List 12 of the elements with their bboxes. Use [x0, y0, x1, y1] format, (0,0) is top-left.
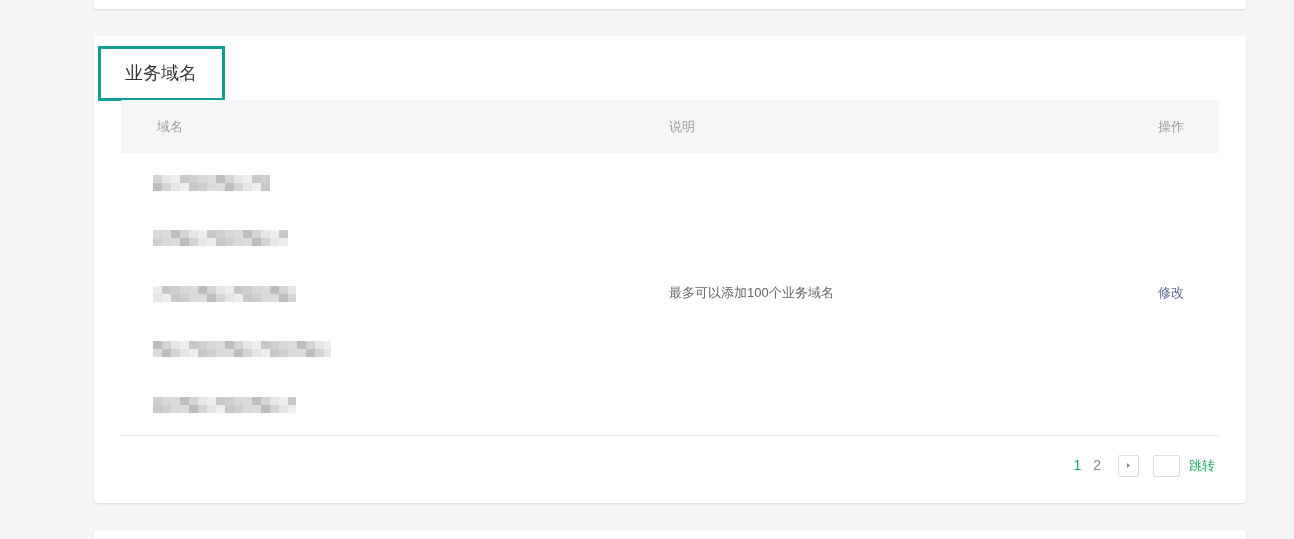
next-page-button[interactable]: [1118, 454, 1139, 477]
column-header: 操作: [1157, 117, 1185, 136]
table-cell-text: 最多可以添加100个业务域名: [669, 284, 834, 302]
column-header: 域名: [156, 117, 184, 136]
jump-link[interactable]: 跳转: [1189, 455, 1215, 476]
page-button[interactable]: 2: [1092, 455, 1102, 476]
page-input[interactable]: [1153, 454, 1180, 477]
caret-icon: [1127, 463, 1130, 468]
edit-link[interactable]: 修改: [1158, 283, 1184, 303]
column-header: 说明: [669, 117, 696, 136]
section-title: 业务域名: [125, 62, 197, 85]
page-button[interactable]: 1: [1072, 455, 1083, 476]
